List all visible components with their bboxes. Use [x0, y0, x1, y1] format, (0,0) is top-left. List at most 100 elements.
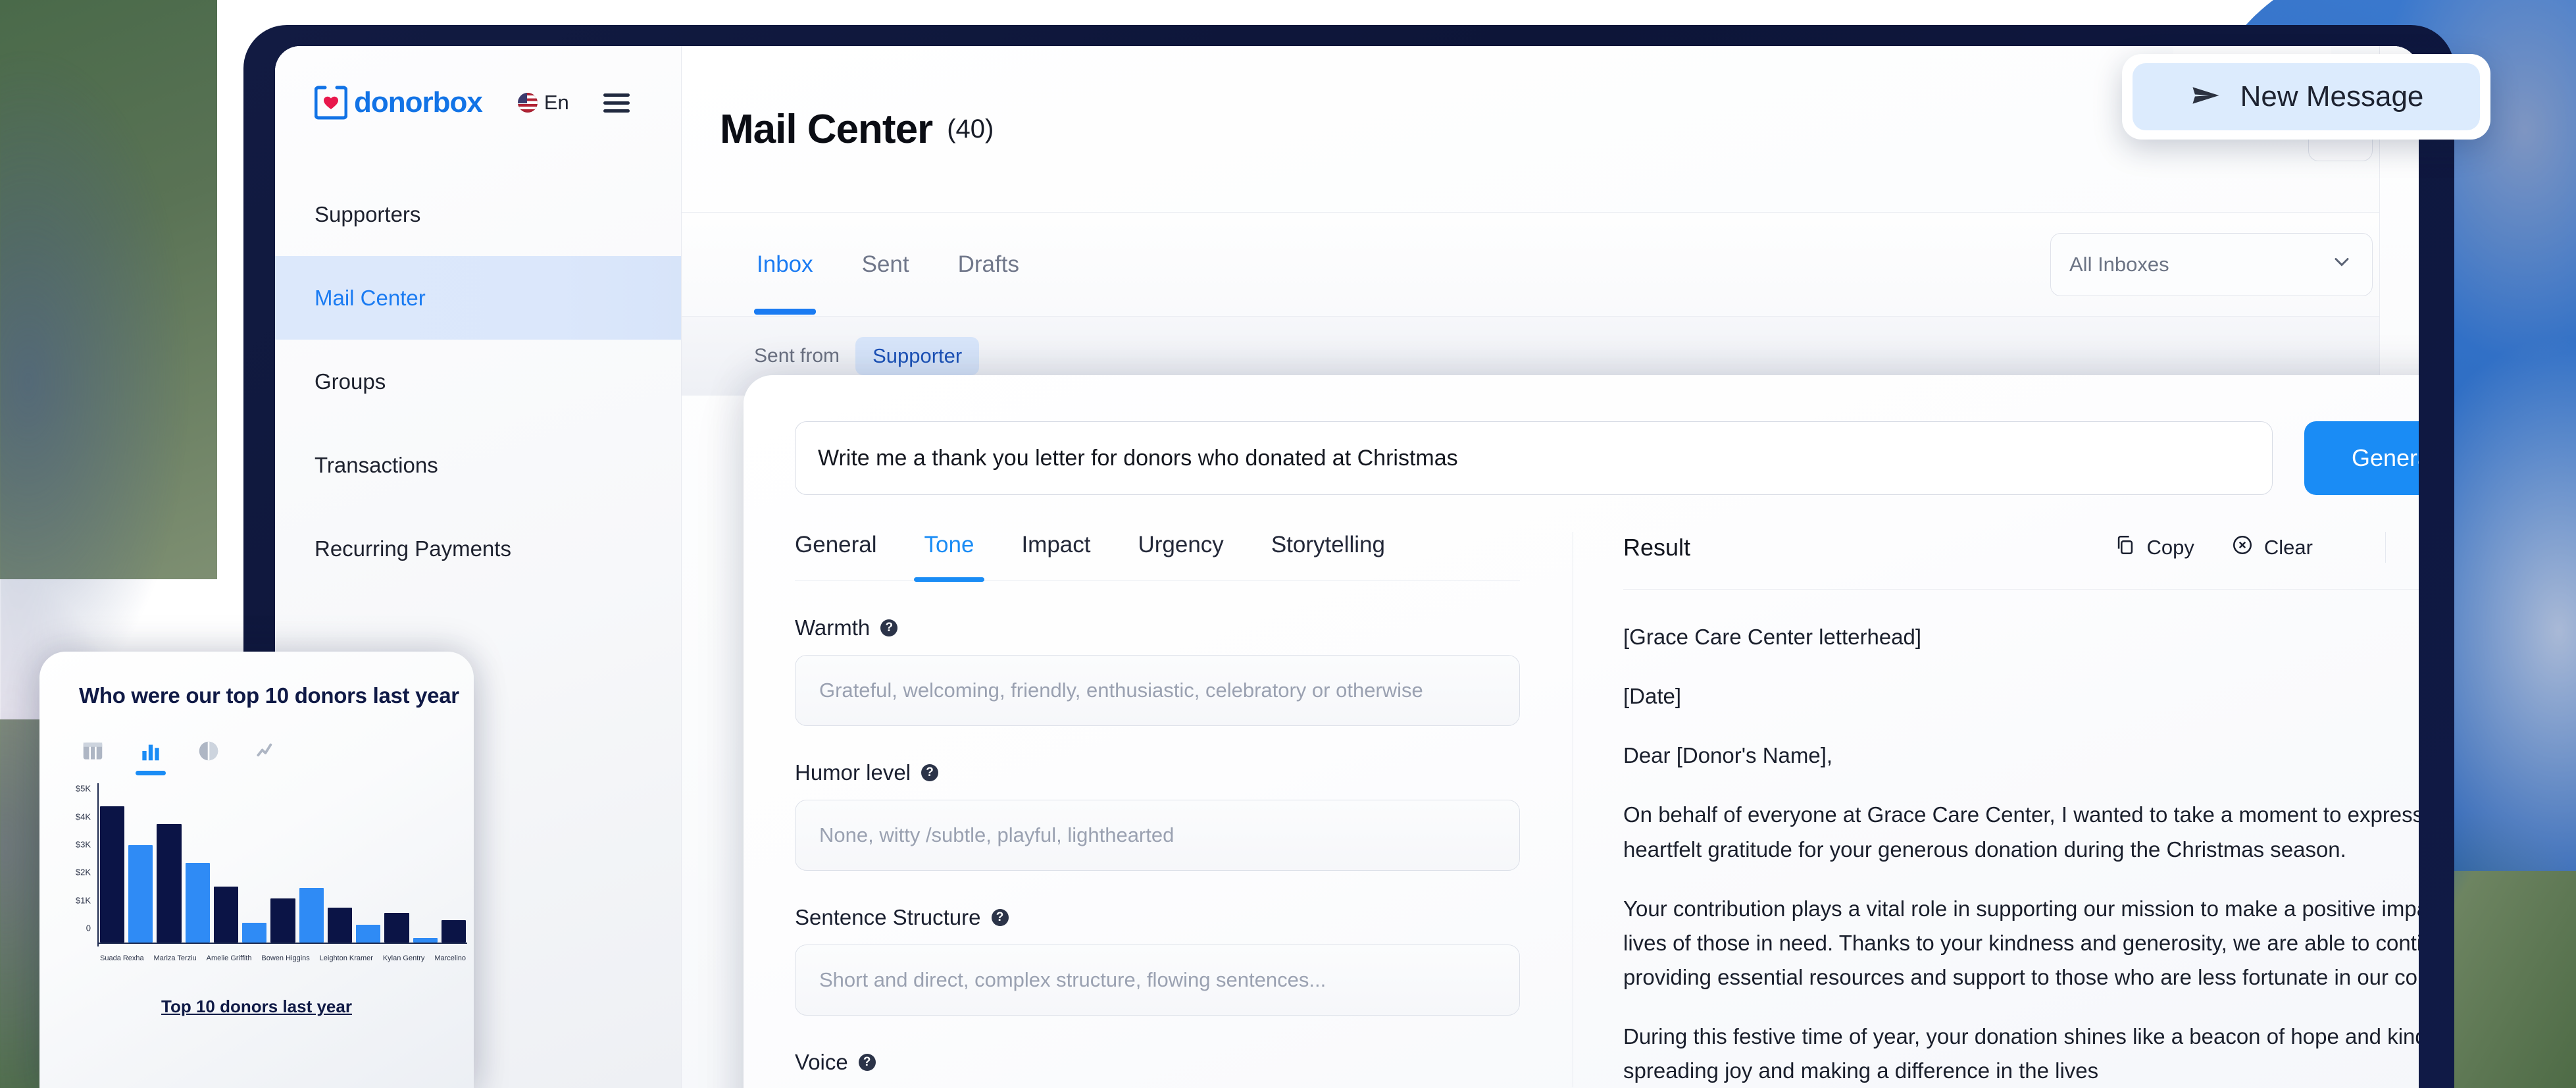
result-paragraph: Your contribution plays a vital role in …: [1623, 896, 2419, 989]
field-warmth: Warmth ? Grateful, welcoming, friendly, …: [795, 615, 1520, 726]
inbox-filter-select[interactable]: All Inboxes: [2050, 232, 2373, 296]
sentence-structure-input[interactable]: Short and direct, complex structure, flo…: [795, 945, 1520, 1016]
x-axis-label: Kylan Gentry: [382, 954, 425, 962]
ai-writer-panel: Write me a thank you letter for donors w…: [744, 375, 2419, 1088]
humor-level-input[interactable]: None, witty /subtle, playful, lightheart…: [795, 800, 1520, 871]
clear-label: Clear: [2263, 535, 2313, 559]
help-circle-icon[interactable]: ?: [880, 619, 898, 636]
tab-impact[interactable]: Impact: [1021, 532, 1090, 581]
sidebar-item-recurring-payments[interactable]: Recurring Payments: [275, 507, 681, 590]
field-label-text: Sentence Structure: [795, 905, 981, 929]
field-label: Voice ?: [795, 1050, 1520, 1075]
bar: [441, 920, 467, 943]
sidebar-item-label: Transactions: [315, 452, 438, 477]
field-voice: Voice ?: [795, 1050, 1520, 1088]
result-actions: Copy Clear: [2114, 532, 2419, 563]
tab-label: Storytelling: [1271, 532, 1385, 557]
field-humor-level: Humor level ? None, witty /subtle, playf…: [795, 760, 1520, 871]
tab-storytelling[interactable]: Storytelling: [1271, 532, 1385, 581]
x-axis-label: Bowen Higgins: [261, 954, 310, 962]
copy-label: Copy: [2146, 535, 2194, 559]
sidebar-item-transactions[interactable]: Transactions: [275, 423, 681, 507]
x-axis-label: [252, 954, 262, 962]
x-axis-label: Suada Rexha: [100, 954, 144, 962]
send-paper-plane-icon: [2189, 78, 2223, 116]
sidebar-item-label: Supporters: [315, 201, 421, 226]
copy-icon: [2114, 534, 2136, 561]
field-label: Warmth ?: [795, 615, 1520, 640]
tab-label: Urgency: [1138, 532, 1224, 557]
bar: [157, 824, 182, 943]
tone-form-column: General Tone Impact Urgency Storytelling: [744, 532, 1573, 1087]
tab-urgency[interactable]: Urgency: [1138, 532, 1223, 581]
bar-chart-icon[interactable]: [136, 738, 166, 775]
tab-label: Impact: [1021, 532, 1091, 557]
y-axis-tick: $1K: [75, 895, 91, 906]
humor-level-placeholder: None, witty /subtle, playful, lightheart…: [819, 823, 1174, 846]
sidebar-nav: Supporters Mail Center Groups Transactio…: [275, 172, 681, 590]
language-selector[interactable]: En: [517, 91, 569, 115]
sent-from-chip-supporter[interactable]: Supporter: [855, 337, 980, 375]
new-message-button[interactable]: New Message: [2133, 63, 2480, 130]
table-view-icon[interactable]: [80, 738, 105, 764]
tab-drafts[interactable]: Drafts: [955, 228, 1022, 301]
new-message-button-wrapper: New Message: [2122, 54, 2490, 140]
x-axis-label: [424, 954, 434, 962]
tab-label: Drafts: [957, 251, 1019, 277]
chart-card: Who were our top 10 donors last year 0 $1…: [39, 652, 474, 1088]
sidebar-item-mail-center[interactable]: Mail Center: [275, 256, 681, 340]
line-chart-icon[interactable]: [254, 738, 279, 764]
language-label: En: [543, 91, 569, 114]
tab-sent[interactable]: Sent: [859, 228, 912, 301]
y-axis-tick: $5K: [75, 783, 91, 794]
sidebar-item-label: Recurring Payments: [315, 536, 511, 561]
y-axis: 0 $1K $2K $3K $4K $5K: [58, 783, 97, 945]
result-paragraph: During this festive time of year, your d…: [1623, 1024, 2419, 1083]
result-paragraph: [Grace Care Center letterhead]: [1623, 625, 1922, 649]
message-count: (40): [947, 114, 994, 143]
inbox-filter-value: All Inboxes: [2069, 252, 2169, 276]
app-window: donorbox En Supporters Mail Center Group…: [275, 46, 2419, 1088]
chart-view-switcher: [39, 708, 474, 775]
result-column: Result Copy Clear [Grace Care Center let…: [1573, 532, 2419, 1087]
hamburger-menu-icon[interactable]: [603, 93, 630, 113]
bar: [299, 888, 324, 943]
donorbox-logo[interactable]: donorbox: [314, 84, 483, 121]
prompt-input[interactable]: Write me a thank you letter for donors w…: [795, 421, 2273, 495]
sidebar-item-label: Groups: [315, 369, 386, 394]
warmth-input[interactable]: Grateful, welcoming, friendly, enthusias…: [795, 655, 1520, 726]
bar: [384, 913, 409, 943]
copy-button[interactable]: Copy: [2114, 534, 2194, 561]
x-axis-labels: Suada Rexha Mariza Terziu Amelie Griffith B…: [100, 954, 466, 962]
bar: [242, 923, 267, 943]
field-sentence-structure: Sentence Structure ? Short and direct, c…: [795, 905, 1520, 1016]
x-axis-label: [310, 954, 320, 962]
x-axis-label: [197, 954, 207, 962]
result-paragraph: On behalf of everyone at Grace Care Cent…: [1623, 802, 2419, 862]
help-circle-icon[interactable]: ?: [991, 909, 1009, 926]
sidebar-item-supporters[interactable]: Supporters: [275, 172, 681, 256]
y-axis-tick: 0: [86, 923, 91, 933]
clear-button[interactable]: Clear: [2231, 534, 2313, 561]
y-axis-line: [97, 783, 99, 946]
brand-bar: donorbox En: [275, 46, 681, 121]
help-circle-icon[interactable]: ?: [921, 764, 939, 781]
donorbox-heart-logo-icon: [314, 84, 348, 121]
result-paragraph: [Date]: [1623, 684, 1682, 709]
result-header: Result Copy Clear: [1623, 532, 2419, 563]
tab-general[interactable]: General: [795, 532, 877, 581]
chevron-down-icon: [2330, 250, 2354, 279]
field-label-text: Warmth: [795, 615, 871, 640]
tab-tone[interactable]: Tone: [913, 532, 985, 582]
tab-inbox[interactable]: Inbox: [754, 228, 816, 315]
tab-label: Tone: [924, 532, 974, 557]
new-message-label: New Message: [2240, 80, 2424, 113]
panel-body: General Tone Impact Urgency Storytelling: [744, 495, 2419, 1087]
generate-button[interactable]: Generate: [2304, 421, 2419, 495]
pie-chart-icon[interactable]: [196, 738, 221, 764]
bar: [356, 924, 381, 943]
sidebar-item-groups[interactable]: Groups: [275, 340, 681, 423]
y-axis-tick: $3K: [75, 839, 91, 850]
bar-series: [100, 798, 467, 943]
help-circle-icon[interactable]: ?: [858, 1054, 876, 1071]
